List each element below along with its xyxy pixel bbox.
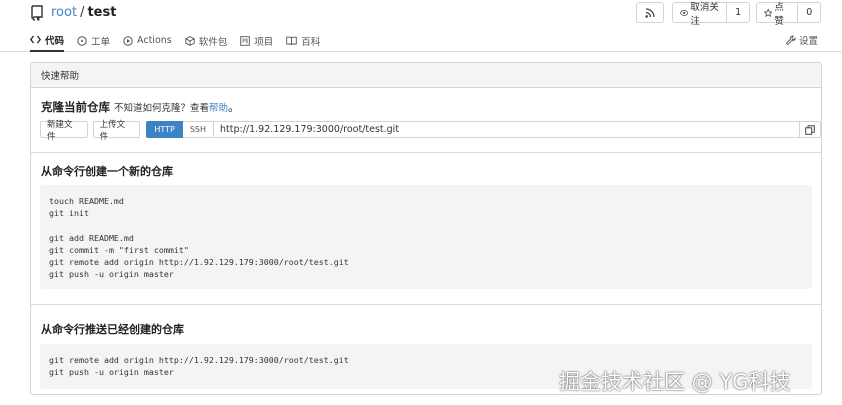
- star-button[interactable]: 点赞 0: [756, 2, 821, 27]
- new-repo-code-block[interactable]: touch README.md git init git add README.…: [40, 185, 812, 289]
- new-repo-title: 从命令行创建一个新的仓库: [41, 165, 173, 178]
- protocol-switch: HTTP SSH: [146, 121, 214, 138]
- eye-icon: [680, 9, 689, 16]
- repo-header: root / test 取消关注 1 点赞 0 代码 工单 Actions 软件…: [0, 0, 842, 52]
- clone-hint: 不知道如何克隆？查看: [114, 103, 210, 114]
- quick-help-panel: 快速帮助 克隆当前仓库 不知道如何克隆？查看帮助。 新建文件 上传文件 HTTP…: [30, 62, 822, 395]
- ssh-button[interactable]: SSH: [182, 121, 214, 138]
- code-icon: [30, 35, 41, 44]
- rss-icon: [637, 3, 663, 22]
- repo-icon: [31, 5, 43, 21]
- watch-count[interactable]: 1: [727, 3, 749, 22]
- section-divider: [31, 152, 821, 153]
- tab-issues[interactable]: 工单: [77, 29, 110, 52]
- http-button[interactable]: HTTP: [146, 121, 183, 138]
- book-icon: [286, 36, 298, 45]
- clone-period: 。: [228, 100, 240, 114]
- play-circle-icon: [123, 35, 133, 46]
- tab-settings[interactable]: 设置: [786, 29, 818, 50]
- watch-label[interactable]: 取消关注: [673, 2, 728, 27]
- watch-button[interactable]: 取消关注 1: [672, 2, 750, 27]
- star-icon: [764, 7, 773, 17]
- tab-projects[interactable]: 项目: [240, 29, 273, 52]
- rss-button[interactable]: [636, 2, 664, 23]
- push-existing-title: 从命令行推送已经创建的仓库: [41, 323, 184, 336]
- section-divider: [31, 304, 821, 305]
- repo-title: root / test: [51, 5, 116, 20]
- repo-tabs: 代码 工单 Actions 软件包 项目 百科: [30, 29, 333, 52]
- clone-help-link[interactable]: 帮助: [209, 103, 228, 114]
- tool-icon: [786, 34, 796, 45]
- tab-wiki[interactable]: 百科: [286, 29, 320, 52]
- repo-owner-link[interactable]: root: [51, 5, 77, 20]
- quick-help-title: 快速帮助: [31, 63, 821, 88]
- star-label[interactable]: 点赞: [757, 2, 799, 27]
- clone-toolbar: 新建文件 上传文件 HTTP SSH http://1.92.129.179:3…: [40, 120, 821, 142]
- tab-actions[interactable]: Actions: [123, 29, 172, 52]
- clone-title: 克隆当前仓库: [41, 100, 110, 114]
- tab-packages[interactable]: 软件包: [185, 29, 227, 52]
- repo-separator: /: [80, 5, 85, 20]
- repo-name-link[interactable]: test: [87, 5, 116, 20]
- clone-heading: 克隆当前仓库 不知道如何克隆？查看帮助。: [41, 99, 240, 115]
- watermark-text: 掘金技术社区 @ YG科技: [559, 370, 791, 394]
- copy-url-button[interactable]: [800, 121, 821, 138]
- package-icon: [185, 35, 195, 46]
- upload-file-button[interactable]: 上传文件: [92, 120, 141, 142]
- project-icon: [240, 35, 251, 46]
- issue-icon: [77, 35, 87, 46]
- clone-url-input[interactable]: http://1.92.129.179:3000/root/test.git: [214, 121, 801, 138]
- star-count[interactable]: 0: [798, 3, 820, 22]
- copy-icon: [805, 124, 815, 135]
- tab-code[interactable]: 代码: [30, 29, 65, 52]
- new-file-button[interactable]: 新建文件: [40, 120, 88, 142]
